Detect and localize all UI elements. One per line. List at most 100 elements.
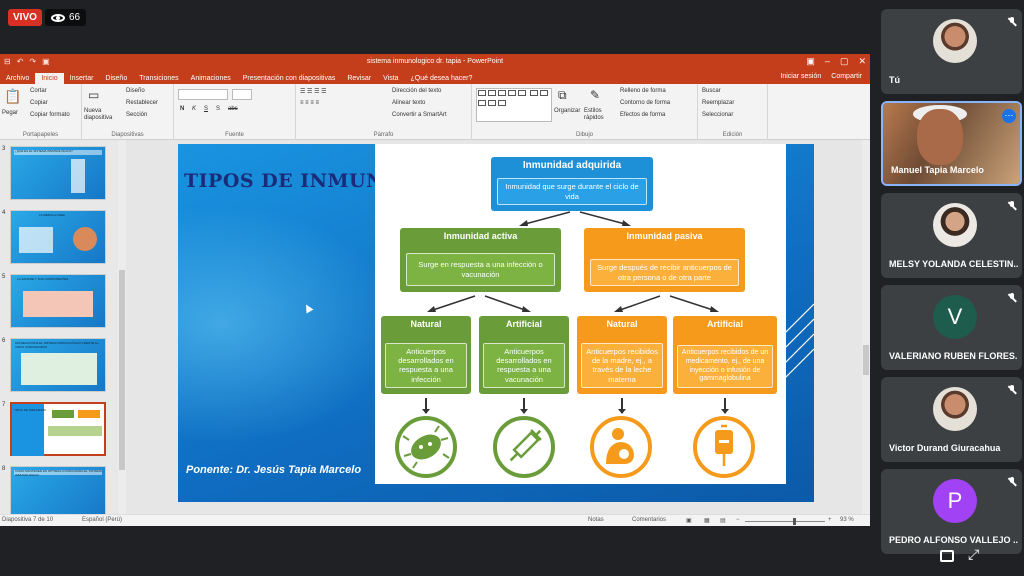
mother-baby-icon xyxy=(590,416,652,478)
box-body: Surge después de recibir anticuerpos de … xyxy=(590,259,739,286)
down-arrow xyxy=(721,398,729,414)
ribbon-tabs: Archivo Inicio Insertar Diseño Transicio… xyxy=(0,70,870,84)
more-options-icon[interactable]: ⋯ xyxy=(1002,109,1016,123)
tab-archivo[interactable]: Archivo xyxy=(0,73,35,84)
smartart-button[interactable]: Convertir a SmartArt xyxy=(392,112,447,118)
tab-animaciones[interactable]: Animaciones xyxy=(185,73,237,84)
tab-transiciones[interactable]: Transiciones xyxy=(133,73,184,84)
mic-muted-icon xyxy=(1008,17,1016,27)
current-slide[interactable]: TIPOS DE INMUNIDAD Ponente: Dr. Jesús Ta… xyxy=(178,144,814,502)
ribbon-display-icon[interactable]: ▣ xyxy=(806,56,815,67)
slide-thumbnail[interactable]: COMO MANTENER EN OPTIMAS CONDICIONES EL … xyxy=(10,466,106,514)
tab-presentacion[interactable]: Presentación con diapositivas xyxy=(237,73,342,84)
mic-muted-icon xyxy=(1008,201,1016,211)
new-slide-icon[interactable]: ▭ xyxy=(88,88,99,102)
format-painter-button[interactable]: Copiar formato xyxy=(30,112,70,118)
paragraph-label: Párrafo xyxy=(373,132,394,138)
strikethrough-button[interactable]: abc xyxy=(228,106,238,112)
slide-scrollbar[interactable] xyxy=(862,140,870,514)
tab-revisar[interactable]: Revisar xyxy=(341,73,377,84)
shadow-button[interactable]: S xyxy=(216,106,220,112)
zoom-level[interactable]: 93 % xyxy=(840,517,854,523)
cut-button[interactable]: Cortar xyxy=(30,88,47,94)
align-text-button[interactable]: Alinear texto xyxy=(392,100,425,106)
font-name-input[interactable] xyxy=(178,89,228,100)
slide-thumbnail[interactable]: LA SANGRE Y SUS COMPONENTES xyxy=(10,274,106,328)
shape-fill-button[interactable]: Relleno de forma xyxy=(620,88,666,94)
slide-thumbnail[interactable]: ASÍ REACCIONA EL SISTEMA INMUNOLÓGICO FR… xyxy=(10,338,106,392)
tab-inicio[interactable]: Inicio xyxy=(35,73,64,84)
arrange-icon[interactable]: ⧉ xyxy=(558,88,567,103)
eye-icon xyxy=(51,13,65,22)
arrange-button[interactable]: Organizar xyxy=(554,108,580,114)
comments-button[interactable]: Comentarios xyxy=(632,517,666,523)
copy-button[interactable]: Copiar xyxy=(30,100,48,106)
participant-tile[interactable]: MELSY YOLANDA CELESTIN... xyxy=(881,193,1022,278)
layout-button[interactable]: Diseño xyxy=(126,88,145,94)
passive-immunity-box: Inmunidad pasiva Surge después de recibi… xyxy=(584,228,745,292)
participant-tile[interactable]: Victor Durand Giuracahua xyxy=(881,377,1022,462)
bold-button[interactable]: N xyxy=(180,106,184,112)
editing-group: Buscar Reemplazar Seleccionar Edición xyxy=(698,84,768,140)
thumbnails-scrollbar[interactable] xyxy=(118,140,126,514)
participant-tile[interactable]: V VALERIANO RUBEN FLORES... xyxy=(881,285,1022,370)
find-button[interactable]: Buscar xyxy=(702,88,721,94)
participant-name: VALERIANO RUBEN FLORES... xyxy=(889,351,1018,361)
close-icon[interactable]: ✕ xyxy=(858,56,866,67)
box-body: Anticuerpos desarrollados en respuesta a… xyxy=(483,342,565,388)
zoom-slider-handle[interactable] xyxy=(793,518,796,525)
participant-name: MELSY YOLANDA CELESTIN... xyxy=(889,259,1018,269)
expand-icon[interactable] xyxy=(968,546,982,563)
quick-styles-icon[interactable]: ✎ xyxy=(590,88,600,102)
tab-insertar[interactable]: Insertar xyxy=(64,73,100,84)
notes-button[interactable]: Notas xyxy=(588,517,604,523)
align-icon[interactable]: ≡ ≡ ≡ ≡ xyxy=(300,100,319,106)
language-indicator[interactable]: Español (Perú) xyxy=(82,517,122,523)
slide-thumbnail[interactable]: ¿QUÉ ES EL SISTEMA INMUNOLÓGICO? xyxy=(10,146,106,200)
italic-button[interactable]: K xyxy=(192,106,196,112)
picture-in-picture-icon[interactable] xyxy=(940,550,954,562)
bullets-icon[interactable]: ☰ ☰ ☰ ☰ xyxy=(300,88,327,95)
zoom-out-icon[interactable]: − xyxy=(736,517,740,523)
zoom-slider[interactable] xyxy=(745,521,825,522)
slide-thumbnails-pane: 3 ¿QUÉ ES EL SISTEMA INMUNOLÓGICO? 4 LA … xyxy=(0,140,118,514)
paste-button[interactable]: Pegar xyxy=(2,110,18,116)
share-button[interactable]: Compartir xyxy=(831,73,862,80)
shapes-gallery[interactable] xyxy=(476,88,552,122)
underline-button[interactable]: S xyxy=(204,106,208,112)
normal-view-icon[interactable]: ▣ xyxy=(686,517,692,524)
mic-muted-icon xyxy=(1008,385,1016,395)
tab-vista[interactable]: Vista xyxy=(377,73,404,84)
paste-icon[interactable]: 📋 xyxy=(4,88,21,105)
passive-artificial-box: Artificial Anticuerpos recibidos de un m… xyxy=(673,316,777,394)
participant-tile-speaking[interactable]: ⋯ Manuel Tapia Marcelo xyxy=(881,101,1022,186)
section-button[interactable]: Sección xyxy=(126,112,147,118)
slide-sorter-icon[interactable]: ▦ xyxy=(704,517,710,524)
iv-bag-icon xyxy=(693,416,755,478)
shape-effects-button[interactable]: Efectos de forma xyxy=(620,112,665,118)
quick-styles-button[interactable]: Estilos rápidos xyxy=(584,108,610,122)
reading-view-icon[interactable]: ▤ xyxy=(720,517,726,524)
tab-diseno[interactable]: Diseño xyxy=(99,73,133,84)
participant-tile[interactable]: P PEDRO ALFONSO VALLEJO ... xyxy=(881,469,1022,554)
slide-thumbnail-selected[interactable]: TIPOS DE INMUNIDAD xyxy=(10,402,106,456)
tell-me-search[interactable]: ¿Qué desea hacer? xyxy=(405,73,479,84)
slide-counter: Diapositiva 7 de 10 xyxy=(2,517,54,523)
new-slide-button[interactable]: Nueva diapositiva xyxy=(84,108,124,122)
sign-in-link[interactable]: Iniciar sesión xyxy=(780,73,821,80)
shape-outline-button[interactable]: Contorno de forma xyxy=(620,100,670,106)
clipboard-group: 📋 Pegar Cortar Copiar Copiar formato Por… xyxy=(0,84,82,140)
maximize-icon[interactable]: ▢ xyxy=(840,56,849,67)
font-size-input[interactable] xyxy=(232,89,252,100)
down-arrow xyxy=(422,398,430,414)
zoom-in-icon[interactable]: + xyxy=(828,517,832,523)
bottom-controls xyxy=(940,546,982,563)
minimize-icon[interactable]: – xyxy=(825,56,830,67)
thumb-number: 4 xyxy=(2,210,6,216)
participant-tile[interactable]: Tú xyxy=(881,9,1022,94)
replace-button[interactable]: Reemplazar xyxy=(702,100,734,106)
reset-button[interactable]: Restablecer xyxy=(126,100,158,106)
select-button[interactable]: Seleccionar xyxy=(702,112,733,118)
slide-thumbnail[interactable]: LA MEDULA OSEA xyxy=(10,210,106,264)
text-direction-button[interactable]: Dirección del texto xyxy=(392,88,441,94)
